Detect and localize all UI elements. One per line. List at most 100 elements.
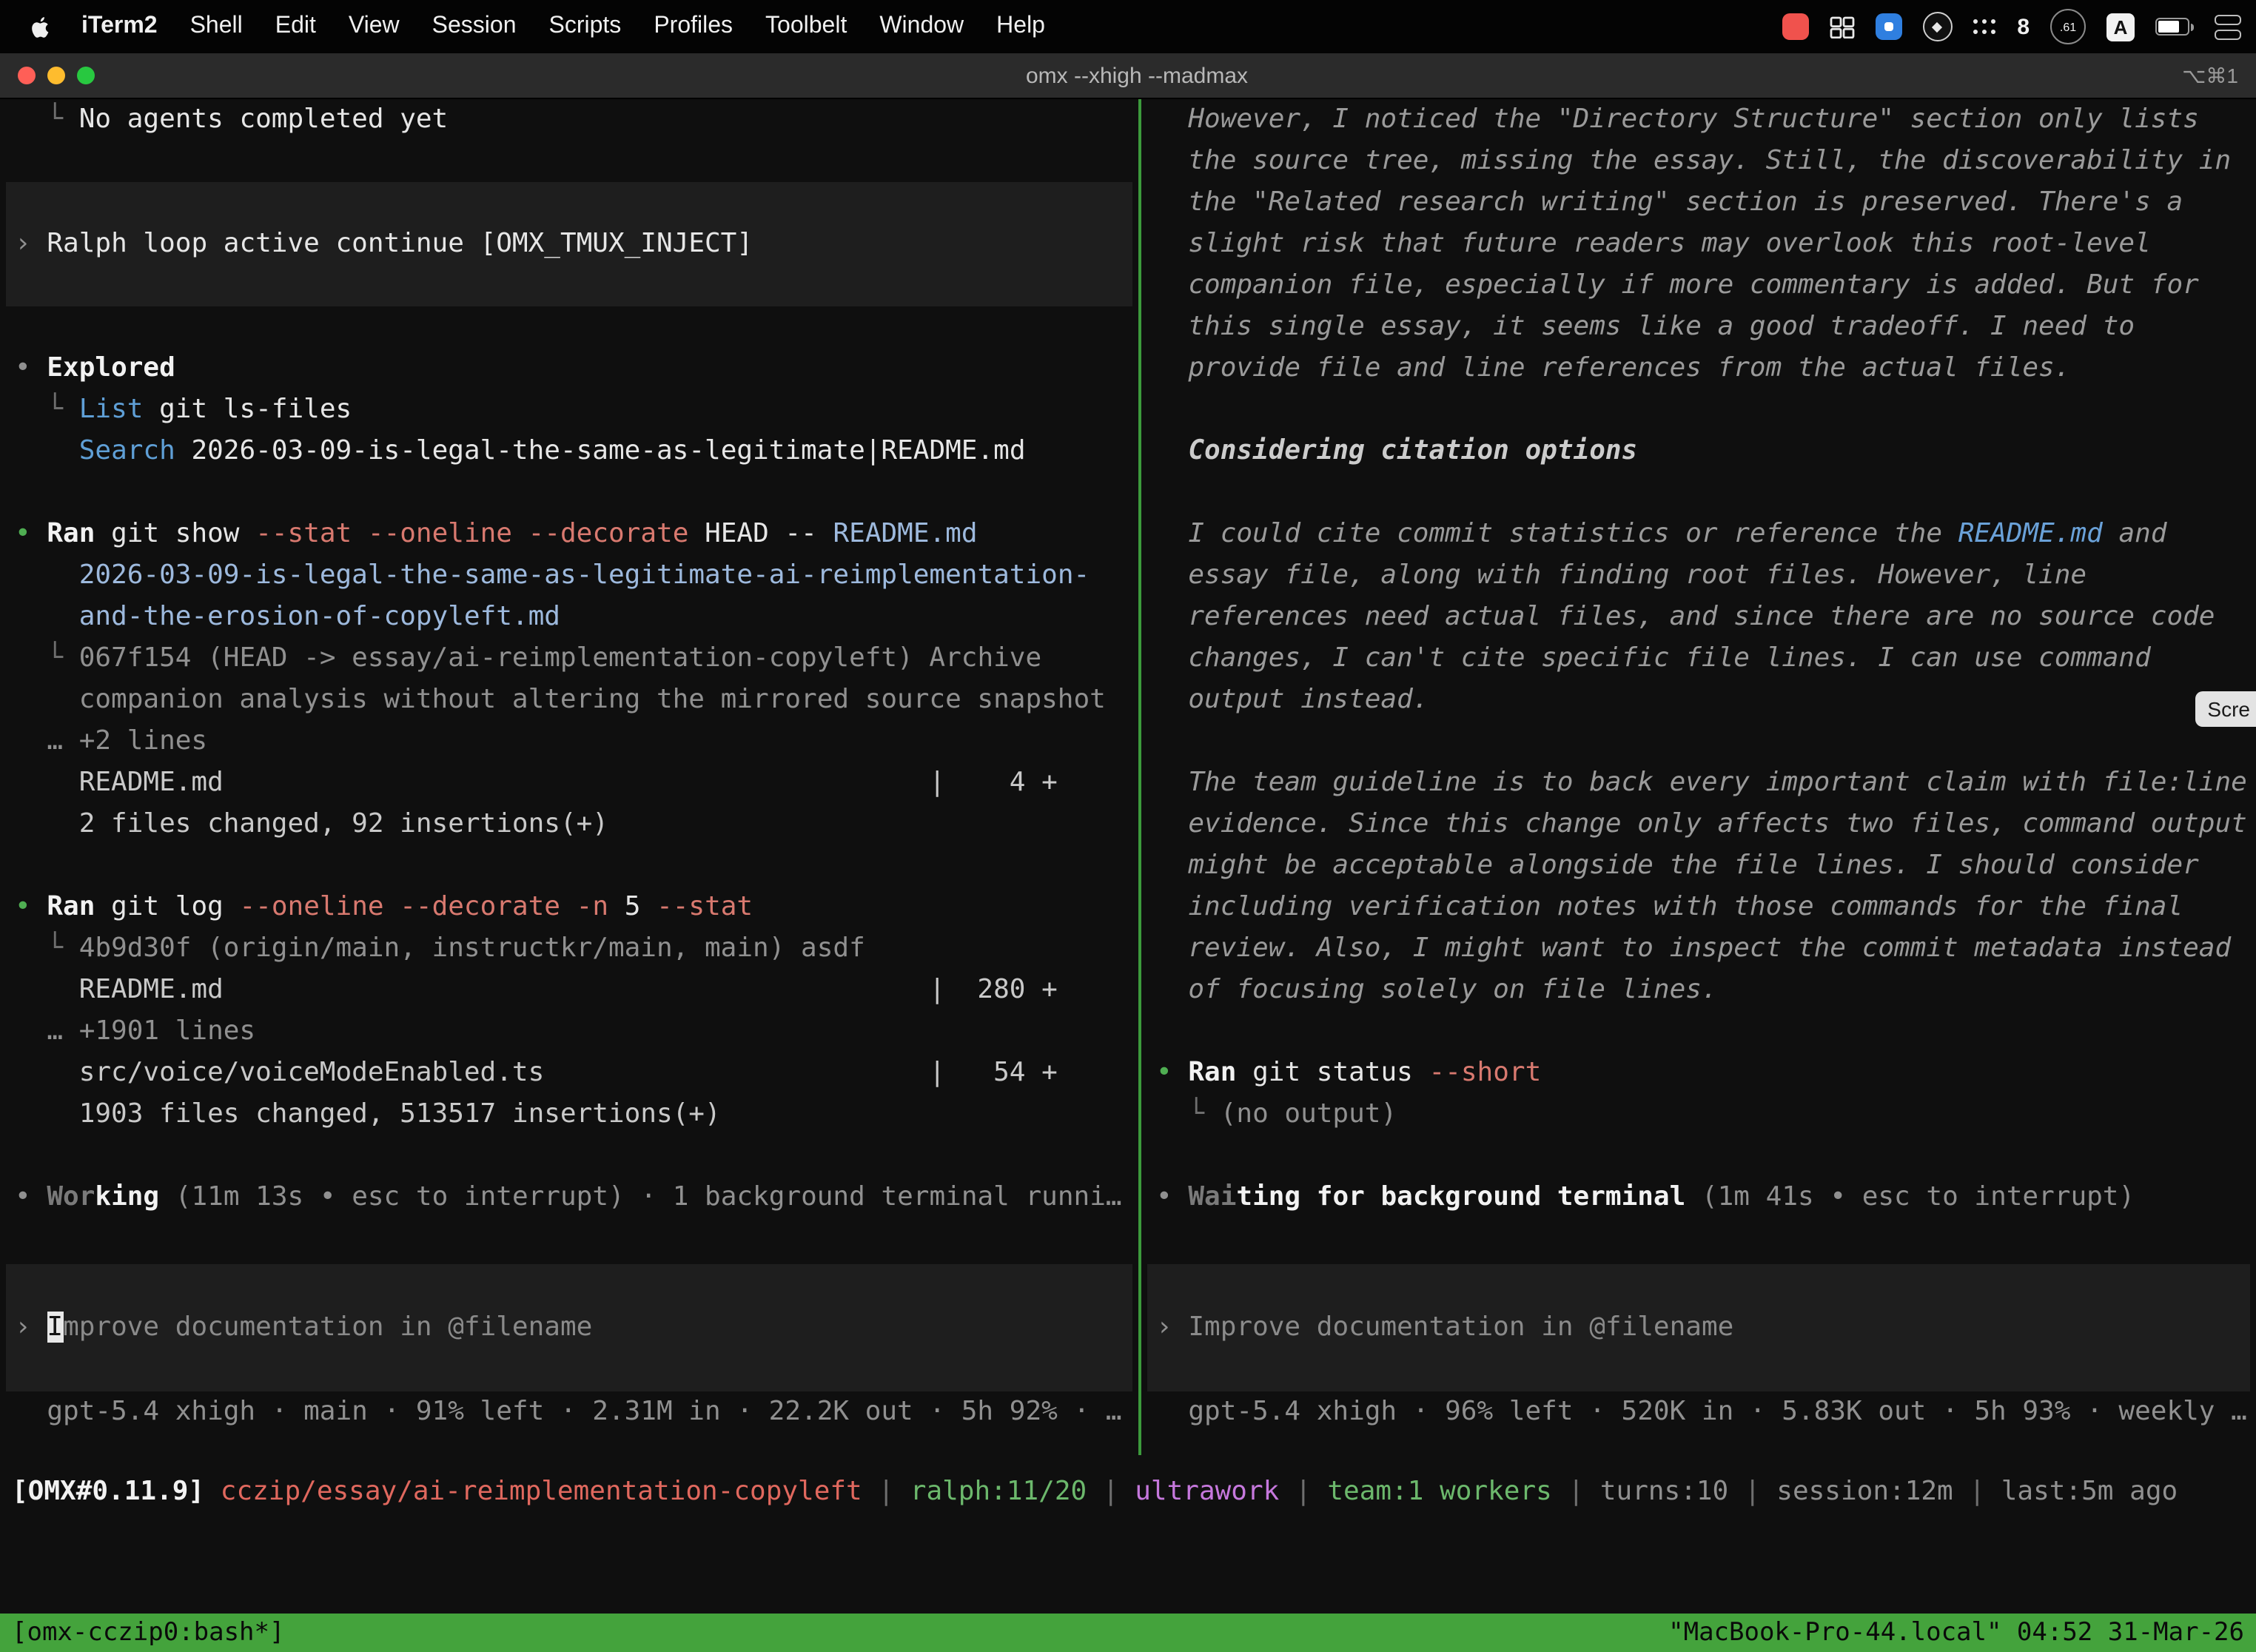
text-segment: the "Related research writing" section i… <box>1156 187 2183 218</box>
prompt-input-right-line[interactable]: › Improve documentation in @filename <box>1156 1307 2250 1349</box>
text-segment: src/voice/voiceModeEnabled.ts | 54 + <box>15 1057 1058 1088</box>
terminal-line: README.md | 280 + <box>15 970 1135 1011</box>
left-pane-body: • Explored └ List git ls-files Search 20… <box>15 348 1135 1218</box>
text-segment: … +2 lines <box>15 725 207 756</box>
screen-share-popup[interactable]: Scre <box>2195 691 2256 727</box>
apple-menu[interactable] <box>0 14 65 39</box>
terminal-line <box>15 1135 1135 1177</box>
window-shortcut: ⌥⌘1 <box>2123 63 2256 88</box>
terminal-line: the "Related research writing" section i… <box>1156 182 2253 224</box>
text-segment: └ <box>15 104 79 135</box>
window-controls <box>0 67 151 84</box>
text-segment: cczip/essay/ai-reimplementation-copyleft <box>221 1476 862 1507</box>
text-segment: HEAD -- <box>705 518 833 549</box>
terminal-line: └ No agents completed yet <box>15 99 1135 141</box>
terminal-line: essay file, along with finding root file… <box>1156 555 2253 597</box>
menu-item[interactable]: Scripts <box>533 13 638 40</box>
menu-item[interactable]: iTerm2 <box>65 13 174 40</box>
terminal-line <box>1156 472 2253 514</box>
text-segment: including verification notes with those … <box>1156 891 2183 922</box>
menu-item[interactable]: Session <box>416 13 533 40</box>
text-segment: git log <box>111 891 239 922</box>
text-segment: › <box>15 1312 47 1343</box>
terminal-line: • Ran git show --stat --oneline --decora… <box>15 514 1135 555</box>
dark-app-icon[interactable] <box>1922 12 1952 41</box>
text-segment: git ls-files <box>143 394 352 425</box>
text-segment <box>15 435 79 466</box>
terminal-line: changes, I can't cite specific file line… <box>1156 638 2253 679</box>
terminal-line: companion file, especially if more comme… <box>1156 265 2253 306</box>
menu-item[interactable]: View <box>332 13 416 40</box>
terminal-line: including verification notes with those … <box>1156 887 2253 928</box>
terminal-line: of focusing solely on file lines. <box>1156 970 2253 1011</box>
battery-gauge-icon[interactable]: .61 <box>2050 9 2086 44</box>
text-segment: 067f154 (HEAD -> essay/ai-reimplementati… <box>79 642 1041 674</box>
text-segment: └ <box>1156 1098 1221 1129</box>
text-segment: ultrawork <box>1135 1476 1279 1507</box>
terminal-panes: └ No agents completed yet › Ralph loop a… <box>0 99 2256 1455</box>
menu-item[interactable]: Help <box>980 13 1061 40</box>
text-segment: List <box>79 394 144 425</box>
menu-item[interactable]: Toolbelt <box>749 13 863 40</box>
text-segment: Ralph loop active continue [OMX_TMUX_INJ… <box>47 228 753 259</box>
text-segment: └ <box>15 394 79 425</box>
text-segment: companion file, especially if more comme… <box>1156 269 2199 300</box>
text-segment: references need actual files, and since … <box>1156 601 2215 632</box>
menu-item[interactable]: Shell <box>174 13 259 40</box>
terminal-line: references need actual files, and since … <box>1156 597 2253 638</box>
text-segment: the source tree, missing the essay. Stil… <box>1156 145 2231 176</box>
text-segment: • <box>1156 1181 1188 1212</box>
terminal-line: However, I noticed the "Directory Struct… <box>1156 99 2253 141</box>
text-segment: | <box>1953 1476 2001 1507</box>
text-segment: slight risk that future readers may over… <box>1156 228 2151 259</box>
battery-icon[interactable] <box>2155 18 2194 36</box>
text-segment: gpt-5.4 xhigh · main · 91% left · 2.31M … <box>15 1396 1122 1427</box>
text-segment: --stat <box>657 891 753 922</box>
text-segment: Improve documentation in @filename <box>1188 1312 1733 1343</box>
tmux-status-bar: [omx-cczip0:bash*] "MacBook-Pro-44.local… <box>0 1614 2256 1652</box>
input-source-icon[interactable]: A <box>2106 13 2135 41</box>
control-center-icon[interactable] <box>2215 14 2241 39</box>
zoom-button[interactable] <box>77 67 95 84</box>
terminal-line: README.md | 4 + <box>15 762 1135 804</box>
apps-grid-icon[interactable] <box>1973 19 1996 35</box>
terminal-line: companion analysis without altering the … <box>15 679 1135 721</box>
text-segment: No agents completed yet <box>79 104 449 135</box>
text-segment: README.md | 280 + <box>15 974 1058 1005</box>
glyph-8-icon[interactable]: 8 <box>2017 14 2030 39</box>
close-button[interactable] <box>18 67 36 84</box>
text-segment: › <box>15 228 47 259</box>
terminal-line: output instead. <box>1156 679 2253 721</box>
text-segment: … +1901 lines <box>15 1015 255 1047</box>
window-grid-icon[interactable] <box>1829 16 1854 38</box>
pane-status-left: gpt-5.4 xhigh · main · 91% left · 2.31M … <box>15 1391 1135 1433</box>
screen-recording-indicator[interactable] <box>1782 13 1808 40</box>
blue-app-icon[interactable] <box>1875 13 1901 40</box>
text-segment: gpt-5.4 xhigh · 96% left · 520K in · 5.8… <box>1156 1396 2247 1427</box>
text-segment: • <box>1156 1057 1188 1088</box>
text-segment: and <box>2103 518 2167 549</box>
minimize-button[interactable] <box>47 67 65 84</box>
text-segment: companion analysis without altering the … <box>15 684 1106 715</box>
text-segment: essay file, along with finding root file… <box>1156 560 2087 591</box>
left-pane[interactable]: └ No agents completed yet › Ralph loop a… <box>0 99 1138 1455</box>
menu-item[interactable]: Edit <box>259 13 332 40</box>
menu-item[interactable]: Profiles <box>637 13 749 40</box>
prompt-input-right[interactable]: › Improve documentation in @filename <box>1147 1264 2250 1391</box>
text-segment: 5 <box>625 891 657 922</box>
text-segment: | <box>1279 1476 1327 1507</box>
text-segment <box>15 560 79 591</box>
text-segment: --oneline --decorate <box>240 891 577 922</box>
terminal-line: • Ran git status --short <box>1156 1052 2253 1094</box>
text-segment: --stat --oneline --decorate <box>255 518 705 549</box>
terminal-line: and-the-erosion-of-copyleft.md <box>15 597 1135 638</box>
prompt-input-left[interactable]: › Improve documentation in @filename <box>6 1264 1132 1391</box>
text-segment: • <box>15 891 47 922</box>
terminal-line <box>1156 721 2253 762</box>
prompt-input-left-line[interactable]: › Improve documentation in @filename <box>15 1307 1132 1349</box>
text-segment: 2026-03-09-is-legal-the-same-as-legitima… <box>79 560 1090 591</box>
text-segment: 4b9d30f (origin/main, instructkr/main, m… <box>79 933 865 964</box>
right-pane[interactable]: However, I noticed the "Directory Struct… <box>1141 99 2256 1455</box>
terminal-line: review. Also, I might want to inspect th… <box>1156 928 2253 970</box>
menu-item[interactable]: Window <box>863 13 980 40</box>
